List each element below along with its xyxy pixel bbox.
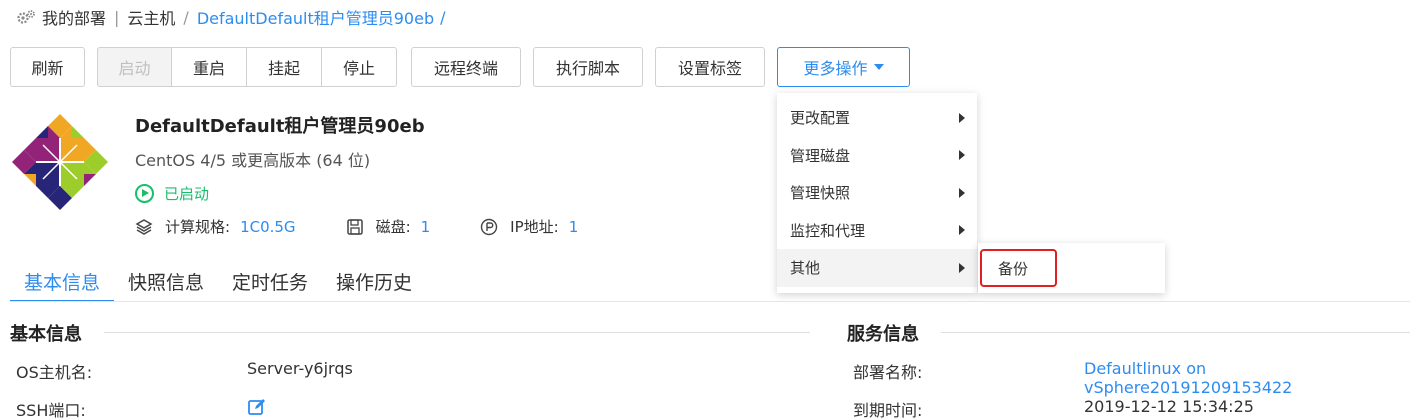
- tab-operation-history[interactable]: 操作历史: [322, 262, 426, 302]
- menu-item-change-config[interactable]: 更改配置: [777, 99, 977, 137]
- deployment-name-value[interactable]: Defaultlinux on vSphere20191209153422: [1084, 359, 1410, 397]
- breadcrumb: 我的部署 | 云主机 / DefaultDefault租户管理员90eb /: [16, 6, 446, 28]
- vm-specs: 计算规格: 1C0.5G 磁盘: 1 IP地址: 1: [135, 216, 628, 237]
- detail-tabs: 基本信息 快照信息 定时任务 操作历史: [10, 262, 426, 302]
- menu-item-manage-disks[interactable]: 管理磁盘: [777, 137, 977, 175]
- breadcrumb-separator: /: [183, 7, 189, 27]
- submenu-item-backup[interactable]: 备份: [980, 249, 1057, 287]
- service-info-title: 服务信息: [847, 324, 919, 345]
- start-button[interactable]: 启动: [97, 47, 172, 87]
- caret-right-icon: [959, 150, 965, 161]
- vm-name: DefaultDefault租户管理员90eb: [135, 116, 425, 137]
- menu-item-other[interactable]: 其他: [777, 249, 977, 287]
- breadcrumb-trailing-separator: /: [440, 7, 446, 27]
- more-actions-label: 更多操作: [803, 59, 868, 78]
- menu-item-manage-snapshots[interactable]: 管理快照: [777, 174, 977, 212]
- basic-info-divider: [104, 332, 810, 333]
- ip-value[interactable]: 1: [569, 218, 579, 236]
- layers-icon: [135, 218, 153, 235]
- os-hostname-value: Server-y6jrqs: [247, 359, 353, 378]
- os-hostname-label: OS主机名:: [16, 363, 93, 382]
- basic-info-title: 基本信息: [10, 324, 82, 345]
- disk-icon: [346, 218, 363, 235]
- deployment-name-label: 部署名称:: [853, 363, 923, 382]
- settings-gear-icon: [17, 10, 35, 24]
- ip-label: IP地址:: [510, 218, 559, 236]
- remote-terminal-button[interactable]: 远程终端: [411, 47, 521, 87]
- caret-right-icon: [959, 112, 965, 123]
- edit-icon[interactable]: [247, 397, 267, 417]
- caret-down-icon: [873, 64, 884, 70]
- tabs-divider: [10, 301, 1410, 302]
- running-play-icon: [135, 184, 154, 203]
- caret-right-icon: [959, 262, 965, 273]
- more-actions-button[interactable]: 更多操作: [777, 47, 910, 87]
- run-script-button[interactable]: 执行脚本: [533, 47, 643, 87]
- menu-item-label: 管理快照: [790, 184, 851, 203]
- service-info-divider: [941, 332, 1410, 333]
- centos-logo: [12, 114, 108, 210]
- ip-icon: [480, 218, 498, 235]
- status-label: 已启动: [164, 185, 210, 203]
- breadcrumb-separator: |: [114, 7, 120, 27]
- breadcrumb-my-deployments[interactable]: 我的部署: [42, 5, 106, 29]
- breadcrumb-cloud-host[interactable]: 云主机: [127, 5, 175, 29]
- refresh-button[interactable]: 刷新: [10, 47, 85, 87]
- caret-right-icon: [959, 225, 965, 236]
- menu-item-label: 管理磁盘: [790, 146, 851, 165]
- flavor-value[interactable]: 1C0.5G: [240, 218, 296, 236]
- stop-button[interactable]: 停止: [321, 47, 397, 87]
- menu-item-label: 更改配置: [790, 109, 851, 128]
- power-button-group: 启动 重启 挂起 停止: [97, 47, 397, 87]
- tab-basic-info[interactable]: 基本信息: [10, 262, 115, 302]
- other-submenu: 备份: [978, 243, 1165, 293]
- breadcrumb-current-host[interactable]: DefaultDefault租户管理员90eb: [197, 5, 434, 29]
- menu-item-label: 其他: [790, 259, 821, 278]
- vm-os: CentOS 4/5 或更高版本 (64 位): [135, 151, 371, 170]
- restart-button[interactable]: 重启: [171, 47, 247, 87]
- spec-flavor: 计算规格: 1C0.5G: [135, 216, 296, 237]
- action-toolbar: 刷新 启动 重启 挂起 停止 远程终端 执行脚本 设置标签 更多操作: [10, 47, 910, 87]
- suspend-button[interactable]: 挂起: [246, 47, 322, 87]
- expiry-time-label: 到期时间:: [853, 401, 923, 420]
- flavor-label: 计算规格:: [165, 218, 231, 236]
- tab-scheduled-tasks[interactable]: 定时任务: [218, 262, 322, 302]
- disk-label: 磁盘:: [375, 218, 411, 236]
- more-actions-menu: 更改配置 管理磁盘 管理快照 监控和代理 其他: [777, 93, 977, 293]
- disk-value[interactable]: 1: [421, 218, 431, 236]
- ssh-port-label: SSH端口:: [16, 401, 86, 420]
- set-tags-button[interactable]: 设置标签: [655, 47, 765, 87]
- spec-disk: 磁盘: 1: [346, 216, 431, 237]
- caret-right-icon: [959, 187, 965, 198]
- menu-item-monitoring-agent[interactable]: 监控和代理: [777, 212, 977, 250]
- vm-status: 已启动: [135, 183, 209, 204]
- spec-ip: IP地址: 1: [480, 216, 578, 237]
- menu-item-label: 监控和代理: [790, 221, 866, 240]
- expiry-time-value: 2019-12-12 15:34:25: [1084, 397, 1254, 416]
- tab-snapshot-info[interactable]: 快照信息: [114, 262, 218, 302]
